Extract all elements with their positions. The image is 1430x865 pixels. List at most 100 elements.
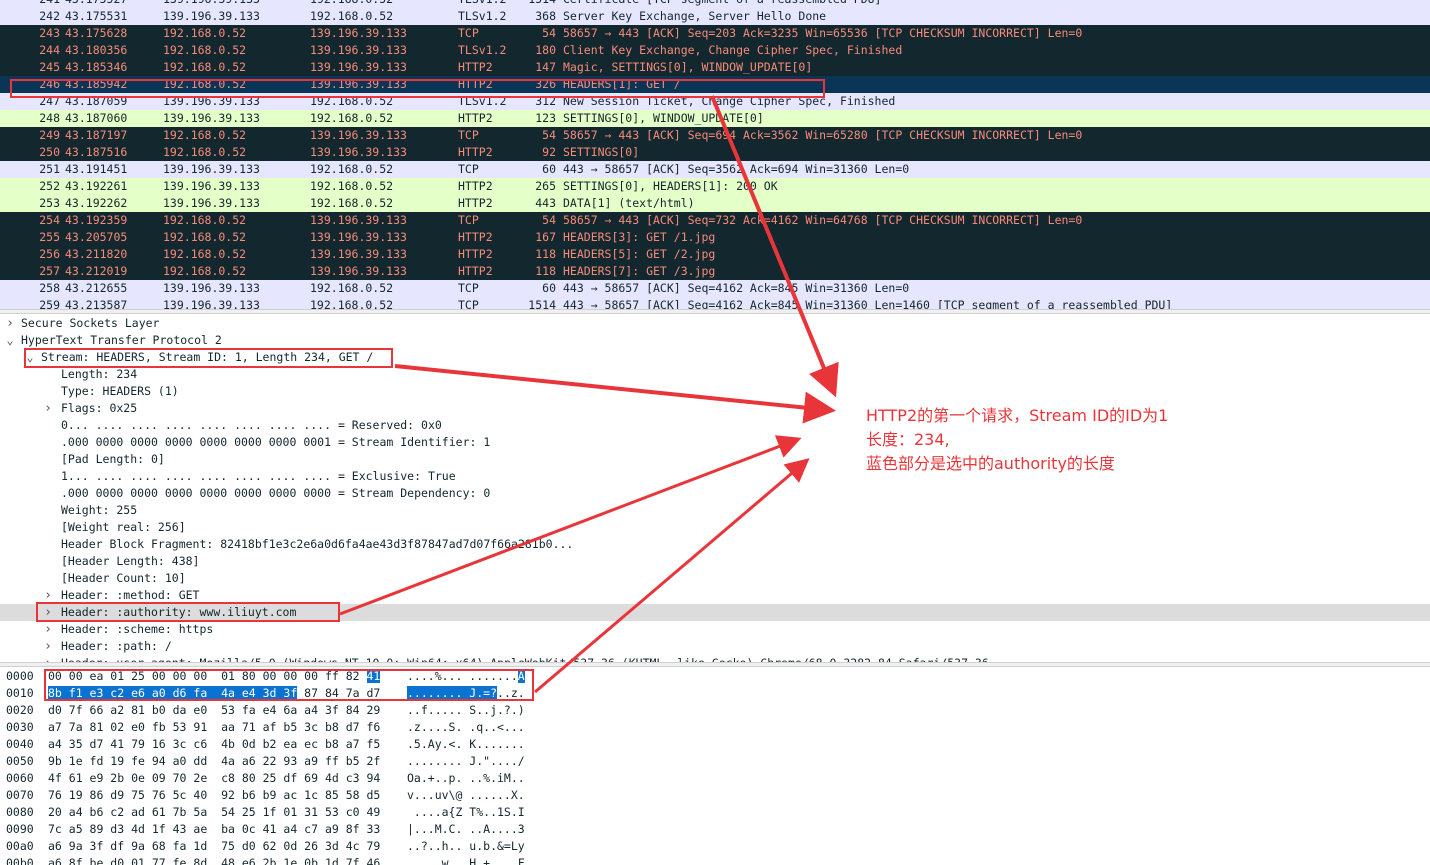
packet-info: Certificate [TCP segment of a reassemble… [563, 0, 882, 8]
chevron-right-icon[interactable]: › [4, 315, 16, 332]
tree-item[interactable]: › Header: :method: GET [0, 587, 1430, 604]
ascii-bytes[interactable]: ........ J."..../ [407, 753, 525, 770]
packet-row[interactable]: 248 43.187060 139.196.39.133 192.168.0.52 HT… [0, 110, 1430, 127]
tree-item[interactable]: ⌄ Stream: HEADERS, Stream ID: 1, Length 2… [0, 349, 1430, 366]
hex-row[interactable]: 0080 20 a4 b6 c2 ad 61 7b 5a 54 25 1f 01 … [0, 804, 1430, 821]
tree-item[interactable]: › Header: :authority: www.iliuyt.com [0, 604, 1430, 621]
packet-row[interactable]: 258 43.212655 139.196.39.133 192.168.0.52 TC… [0, 280, 1430, 297]
packet-destination: 192.168.0.52 [310, 298, 394, 309]
hex-row[interactable]: 0090 7c a5 89 d3 4d 1f 43 ae ba 0c 41 a4 … [0, 821, 1430, 838]
tree-item[interactable]: Length: 234 [0, 366, 1430, 383]
packet-number: 247 [39, 94, 60, 108]
packet-row[interactable]: 250 43.187516 192.168.0.52 139.196.39.133 HT… [0, 144, 1430, 161]
packet-row[interactable]: 259 43.213587 139.196.39.133 192.168.0.52 TC… [0, 297, 1430, 309]
hex-row[interactable]: 0030 a7 7a 81 02 e0 fb 53 91 aa 71 af b5 … [0, 719, 1430, 736]
tree-item[interactable]: › Header: :scheme: https [0, 621, 1430, 638]
packet-row[interactable]: 245 43.185346 192.168.0.52 139.196.39.133 HT… [0, 59, 1430, 76]
packet-row[interactable]: 252 43.192261 139.196.39.133 192.168.0.52 HT… [0, 178, 1430, 195]
ascii-bytes[interactable]: .....w.. H.+....F [407, 855, 525, 865]
packet-info: SETTINGS[0], WINDOW_UPDATE[0] [563, 111, 764, 125]
hex-bytes[interactable]: 8b f1 e3 c2 e6 a0 d6 fa 4a e4 3d 3f 87 8… [48, 685, 380, 702]
ascii-bytes[interactable]: ..f..... S..j.?.) [407, 702, 525, 719]
tree-item-label: Type: HEADERS (1) [61, 384, 179, 398]
packet-row[interactable]: 256 43.211820 192.168.0.52 139.196.39.133 HT… [0, 246, 1430, 263]
ascii-bytes[interactable]: .5.Ay.<. K....... [407, 736, 525, 753]
packet-row[interactable]: 244 43.180356 192.168.0.52 139.196.39.133 TL… [0, 42, 1430, 59]
hex-row[interactable]: 0040 a4 35 d7 41 79 16 3c c6 4b 0d b2 ea … [0, 736, 1430, 753]
packet-row-selected[interactable]: 246 43.185942 192.168.0.52 139.196.39.133 HT… [0, 76, 1430, 93]
tree-item[interactable]: › Header: user-agent: Mozilla/5.0 (Window… [0, 655, 1430, 662]
chevron-down-icon[interactable]: ⌄ [4, 332, 16, 349]
tree-item[interactable]: Type: HEADERS (1) [0, 383, 1430, 400]
chevron-right-icon[interactable]: › [42, 604, 54, 621]
ascii-bytes[interactable]: ..?..h.. u.b.&=Ly [407, 838, 525, 855]
packet-row[interactable]: 257 43.212019 192.168.0.52 139.196.39.133 HT… [0, 263, 1430, 280]
bytes-text: 20 a4 b6 c2 ad 61 7b 5a 54 25 1f 01 31 5… [48, 805, 381, 819]
packet-length: 326 [535, 77, 556, 91]
tree-item[interactable]: .000 0000 0000 0000 0000 0000 0000 0000 … [0, 485, 1430, 502]
tree-item[interactable]: [Weight real: 256] [0, 519, 1430, 536]
hex-row[interactable]: 0020 d0 7f 66 a2 81 b0 da e0 53 fa e4 6a … [0, 702, 1430, 719]
packet-length: 54 [542, 128, 556, 142]
ascii-bytes[interactable]: v...uv\@ ......X. [407, 787, 525, 804]
hex-offset: 00b0 [6, 856, 34, 865]
packet-row[interactable]: 242 43.175531 139.196.39.133 192.168.0.52 TL… [0, 8, 1430, 25]
hex-bytes[interactable]: a6 9a 3f df 9a 68 fa 1d 75 d0 62 0d 26 3… [48, 838, 380, 855]
chevron-down-icon[interactable]: ⌄ [24, 349, 36, 366]
ascii-bytes[interactable]: .z....S. .q..<... [407, 719, 525, 736]
packet-row[interactable]: 249 43.187197 192.168.0.52 139.196.39.133 TC… [0, 127, 1430, 144]
chevron-right-icon[interactable]: › [42, 638, 54, 655]
packet-row[interactable]: 241 43.175527 139.196.39.133 192.168.0.52 TL… [0, 0, 1430, 8]
packet-row[interactable]: 254 43.192359 192.168.0.52 139.196.39.133 TC… [0, 212, 1430, 229]
tree-item[interactable]: Header Block Fragment: 82418bf1e3c2e6a0d… [0, 536, 1430, 553]
hex-bytes[interactable]: a6 8f be d0 01 77 fe 8d 48 e6 2b 1e 0b 1… [48, 855, 380, 865]
chevron-right-icon[interactable]: › [42, 655, 54, 662]
hex-row[interactable]: 0050 9b 1e fd 19 fe 94 a0 dd 4a a6 22 93 … [0, 753, 1430, 770]
tree-item[interactable]: › Header: :path: / [0, 638, 1430, 655]
hex-bytes[interactable]: 76 19 86 d9 75 76 5c 40 92 b6 b9 ac 1c 8… [48, 787, 380, 804]
hex-row[interactable]: 00a0 a6 9a 3f df 9a 68 fa 1d 75 d0 62 0d … [0, 838, 1430, 855]
ascii-bytes[interactable]: ........ J.=?..z. [407, 685, 525, 702]
hex-bytes[interactable]: 00 00 ea 01 25 00 00 00 01 80 00 00 00 f… [48, 668, 381, 685]
packet-list[interactable]: 241 43.175527 139.196.39.133 192.168.0.52 TL… [0, 0, 1430, 309]
hex-bytes[interactable]: 20 a4 b6 c2 ad 61 7b 5a 54 25 1f 01 31 5… [48, 804, 380, 821]
packet-length: 180 [535, 43, 556, 57]
packet-row[interactable]: 243 43.175628 192.168.0.52 139.196.39.133 TC… [0, 25, 1430, 42]
ascii-bytes[interactable]: Oa.+..p. ..%.iM.. [407, 770, 525, 787]
ascii-bytes[interactable]: ....a{Z T%..1S.I [407, 804, 525, 821]
chevron-right-icon[interactable]: › [42, 621, 54, 638]
packet-row[interactable]: 251 43.191451 139.196.39.133 192.168.0.52 TC… [0, 161, 1430, 178]
packet-time: 43.192262 [65, 196, 128, 210]
packet-length: 368 [535, 9, 556, 23]
hex-row[interactable]: 0010 8b f1 e3 c2 e6 a0 d6 fa 4a e4 3d 3f … [0, 685, 1430, 702]
packet-length: 54 [542, 213, 556, 227]
tree-item[interactable]: [Header Count: 10] [0, 570, 1430, 587]
hex-bytes[interactable]: 7c a5 89 d3 4d 1f 43 ae ba 0c 41 a4 c7 a… [48, 821, 380, 838]
chevron-right-icon[interactable]: › [42, 400, 54, 417]
hex-bytes[interactable]: 9b 1e fd 19 fe 94 a0 dd 4a a6 22 93 a9 f… [48, 753, 380, 770]
packet-row[interactable]: 247 43.187059 139.196.39.133 192.168.0.52 TL… [0, 93, 1430, 110]
hex-row[interactable]: 0070 76 19 86 d9 75 76 5c 40 92 b6 b9 ac … [0, 787, 1430, 804]
tree-item-label: 1... .... .... .... .... .... .... .... … [61, 469, 456, 483]
tree-item[interactable]: [Header Length: 438] [0, 553, 1430, 570]
hex-row[interactable]: 0060 4f 61 e9 2b 0e 09 70 2e c8 80 25 df … [0, 770, 1430, 787]
hex-bytes[interactable]: a4 35 d7 41 79 16 3c c6 4b 0d b2 ea ec b… [48, 736, 380, 753]
packet-row[interactable]: 253 43.192262 139.196.39.133 192.168.0.52 HT… [0, 195, 1430, 212]
packet-bytes-pane[interactable]: 0000 00 00 ea 01 25 00 00 00 01 80 00 00 … [0, 667, 1430, 865]
tree-item-label: [Pad Length: 0] [61, 452, 165, 466]
tree-item[interactable]: Weight: 255 [0, 502, 1430, 519]
ascii-bytes[interactable]: |...M.C. ..A....3 [407, 821, 525, 838]
bytes-text: ..?..h.. u.b.&=Ly [407, 839, 525, 853]
tree-item[interactable]: ⌄ HyperText Transfer Protocol 2 [0, 332, 1430, 349]
tree-item[interactable]: › Secure Sockets Layer [0, 315, 1430, 332]
hex-bytes[interactable]: 4f 61 e9 2b 0e 09 70 2e c8 80 25 df 69 4… [48, 770, 380, 787]
hex-bytes[interactable]: a7 7a 81 02 e0 fb 53 91 aa 71 af b5 3c b… [48, 719, 380, 736]
hex-row[interactable]: 00b0 a6 8f be d0 01 77 fe 8d 48 e6 2b 1e … [0, 855, 1430, 865]
ascii-bytes[interactable]: ....%... .......A [407, 668, 525, 685]
hex-row[interactable]: 0000 00 00 ea 01 25 00 00 00 01 80 00 00 … [0, 668, 1430, 685]
packet-row[interactable]: 255 43.205705 192.168.0.52 139.196.39.133 HT… [0, 229, 1430, 246]
packet-source: 192.168.0.52 [163, 145, 247, 159]
packet-details-tree[interactable]: › Secure Sockets Layer ⌄ HyperText Transfer… [0, 314, 1430, 662]
chevron-right-icon[interactable]: › [42, 587, 54, 604]
hex-bytes[interactable]: d0 7f 66 a2 81 b0 da e0 53 fa e4 6a a4 3… [48, 702, 380, 719]
